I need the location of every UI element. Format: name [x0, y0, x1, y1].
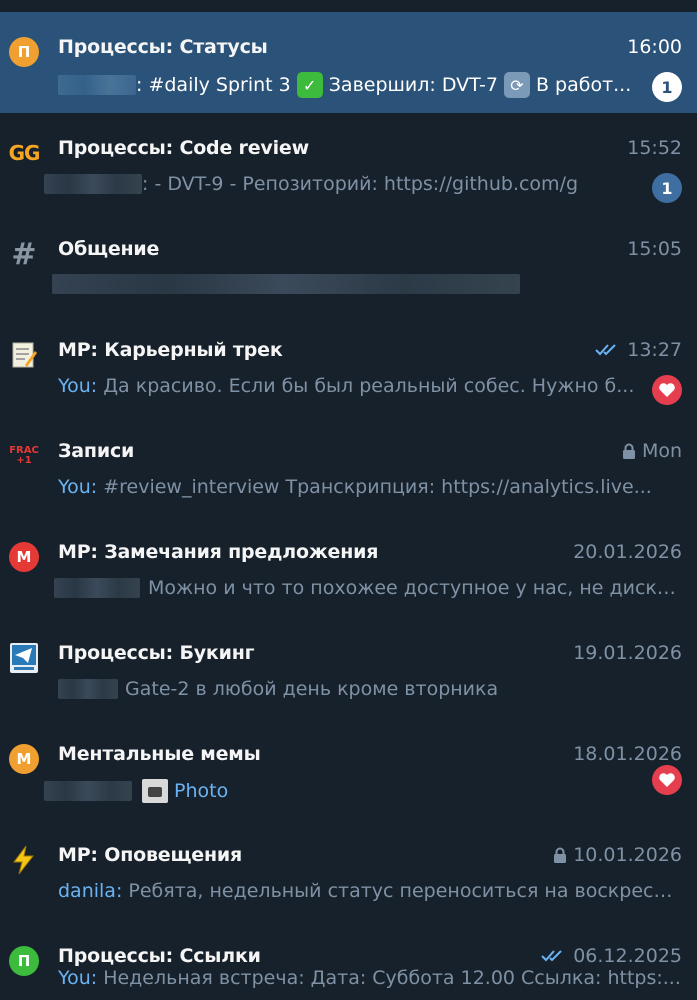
refresh-emoji-icon: ⟳ [503, 72, 530, 98]
chat-avatar: П [8, 945, 40, 977]
chat-row-code-review[interactable]: GG Процессы: Code review 15:52 : - DVT-9… [0, 113, 697, 214]
blurred-sender [44, 174, 142, 194]
blurred-sender [58, 75, 136, 95]
hashtag-icon: # [11, 236, 37, 272]
chat-preview: : - DVT-9 - Репозиторий: https://github.… [44, 173, 638, 195]
chat-row-mental-memes[interactable]: М Ментальные мемы 18.01.2026 Photo [0, 719, 697, 820]
chat-title: Ментальные мемы [58, 743, 261, 765]
blurred-sender [54, 578, 140, 598]
chat-time: 18.01.2026 [573, 743, 682, 765]
chat-time: 15:52 [627, 137, 682, 159]
chat-preview: You: Да красиво. Если бы был реальный со… [58, 375, 638, 397]
chat-row-notifications[interactable]: MP: Оповещения 10.01.2026 danila: Ребята… [0, 820, 697, 921]
avatar-letter: П [9, 37, 39, 67]
preview-text-mid: Завершил: DVT-7 [328, 74, 498, 96]
chat-title: MP: Карьерный трек [58, 339, 283, 361]
preview-text-pre: : #daily Sprint 3 [136, 74, 291, 96]
heart-icon[interactable] [652, 765, 682, 795]
preview-text: : - DVT-9 - Репозиторий: https://github.… [142, 173, 579, 195]
avatar-letter: М [9, 744, 39, 774]
chat-time: 16:00 [627, 36, 682, 58]
chat-preview: : #daily Sprint 3 ✓ Завершил: DVT-7 ⟳ В … [58, 72, 638, 98]
preview-text: Ребята, недельный статус переноситься на… [122, 880, 683, 902]
chat-row-recordings[interactable]: FRAC +1 Записи Mon You: #review_intervie… [0, 416, 697, 517]
chat-avatar: М [8, 541, 40, 573]
preview-text: Да красиво. Если бы был реальный собес. … [97, 375, 635, 397]
sender-label: danila: [58, 880, 123, 902]
preview-text: Photo [174, 780, 229, 802]
chat-title: Записи [58, 440, 135, 462]
blurred-sender [58, 679, 118, 699]
chat-preview: You: Недельная встреча: Дата: Суббота 12… [58, 967, 683, 989]
avatar-letter: П [9, 946, 39, 976]
chat-time: 10.01.2026 [553, 844, 682, 866]
heart-icon[interactable] [652, 375, 682, 405]
preview-text: Gate-2 в любой день кроме вторника [125, 678, 499, 700]
chat-time: 06.12.2025 [541, 945, 682, 967]
chat-preview: Можно и что то похожее доступное у нас, … [54, 577, 679, 599]
chat-title: Процессы: Ссылки [58, 945, 261, 967]
blurred-sender [44, 781, 132, 801]
lock-icon [554, 847, 567, 863]
chat-avatar: П [8, 36, 40, 68]
chat-time: 19.01.2026 [573, 642, 682, 664]
gg-logo-icon: GG [8, 141, 41, 165]
chat-title: MP: Оповещения [58, 844, 243, 866]
sender-label: You: [58, 967, 98, 989]
photo-thumbnail [142, 779, 168, 803]
sender-label: You: [58, 375, 98, 397]
lock-icon [622, 443, 635, 459]
chat-row-processes-statuses[interactable]: П Процессы: Статусы 16:00 : #daily Sprin… [0, 12, 697, 113]
chat-preview [52, 274, 632, 294]
unread-badge: 1 [652, 173, 682, 203]
double-check-icon [541, 950, 562, 962]
chat-title: Процессы: Статусы [58, 36, 268, 58]
chat-time: 13:27 [595, 339, 682, 361]
frac-icon: FRAC +1 [9, 445, 39, 466]
chat-preview: Photo [44, 779, 624, 803]
chat-row-links[interactable]: П Процессы: Ссылки 06.12.2025 You: Недел… [0, 921, 697, 1000]
preview-text-post: В работ... [535, 74, 632, 96]
preview-text: #review_interview Транскрипция: https://… [97, 476, 652, 498]
chat-time: 20.01.2026 [573, 541, 682, 563]
double-check-icon [595, 344, 616, 356]
chat-row-booking[interactable]: Процессы: Букинг 19.01.2026 Gate-2 в люб… [0, 618, 697, 719]
chat-title: Процессы: Букинг [58, 642, 255, 664]
chat-preview: You: #review_interview Транскрипция: htt… [58, 476, 673, 498]
lightning-icon [8, 844, 40, 876]
chat-avatar: М [8, 743, 40, 775]
chat-time: 15:05 [627, 238, 682, 260]
memo-icon [8, 339, 40, 371]
chat-title: Общение [58, 238, 160, 260]
chat-row-remarks[interactable]: М MP: Замечания предложения 20.01.2026 М… [0, 517, 697, 618]
chat-time: Mon [622, 440, 682, 462]
preview-text: Можно и что то похожее доступное у нас, … [148, 577, 679, 599]
unread-badge: 1 [652, 72, 682, 102]
chat-row-general[interactable]: # Общение 15:05 [0, 214, 697, 315]
chat-row-career-track[interactable]: MP: Карьерный трек 13:27 You: Да красиво… [0, 315, 697, 416]
chat-preview: danila: Ребята, недельный статус перенос… [58, 880, 683, 902]
chat-preview: Gate-2 в любой день кроме вторника [58, 678, 638, 700]
avatar-letter: М [9, 542, 39, 572]
check-mark-emoji-icon: ✓ [296, 72, 323, 98]
blurred-preview [52, 274, 520, 294]
chat-title: Процессы: Code review [58, 137, 309, 159]
telegram-booking-icon [8, 642, 40, 674]
preview-text: Недельная встреча: Дата: Суббота 12.00 С… [97, 967, 681, 989]
chat-title: MP: Замечания предложения [58, 541, 379, 563]
sender-label: You: [58, 476, 98, 498]
chat-list: П Процессы: Статусы 16:00 : #daily Sprin… [0, 0, 697, 1000]
